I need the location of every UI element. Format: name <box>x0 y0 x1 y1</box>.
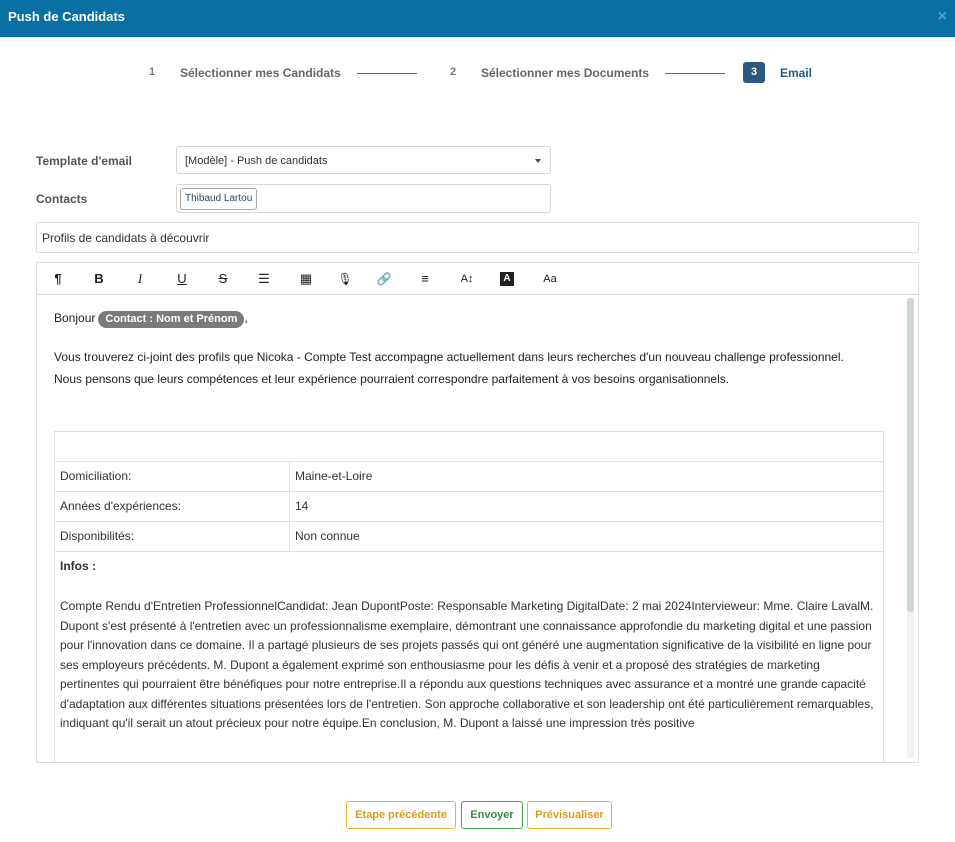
template-value: [Modèle] - Push de candidats <box>185 155 328 167</box>
column-divider <box>289 462 290 551</box>
step-1-number: 1 <box>149 66 156 78</box>
step-2-number: 2 <box>450 66 457 78</box>
step-3-number: 3 <box>743 62 765 83</box>
email-editor: ¶ B I U S ☰ ▦ 🎙 🔗 ≡ A↕ A Aa Bonjour Conta… <box>36 262 919 763</box>
paragraph-icon[interactable]: ¶ <box>48 270 68 288</box>
candidate-profile-table: Domiciliation: Maine-et-Loire Années d'e… <box>54 431 884 762</box>
greeting-punct: , <box>244 311 248 325</box>
stepper: 1 Sélectionner mes Candidats 2 Sélection… <box>0 62 955 84</box>
paragraph-2: Nous pensons que leurs compétences et le… <box>54 372 730 386</box>
font-size-icon[interactable]: A↕ <box>455 270 479 288</box>
align-icon[interactable]: ≡ <box>415 270 435 288</box>
previous-step-button[interactable]: Etape précédente <box>346 801 456 829</box>
greeting-text: Bonjour <box>54 311 96 325</box>
subject-input[interactable]: Profils de candidats à découvrir <box>36 222 919 253</box>
bullet-list-icon[interactable]: ☰ <box>254 270 274 288</box>
font-family-icon[interactable]: Aa <box>539 270 561 288</box>
row-value: Maine-et-Loire <box>295 469 373 483</box>
chevron-down-icon <box>535 159 541 163</box>
contact-name-tag: Contact : Nom et Prénom <box>98 311 245 328</box>
contacts-label: Contacts <box>36 192 88 206</box>
strikethrough-icon[interactable]: S <box>213 270 233 288</box>
contact-chip[interactable]: Thibaud Lartou <box>180 188 258 210</box>
paragraph-1: Vous trouverez ci-joint des profils que … <box>54 350 844 364</box>
infos-title: Infos : <box>60 559 96 573</box>
step-1-label: Sélectionner mes Candidats <box>180 66 341 80</box>
row-value: Non connue <box>295 529 360 543</box>
editor-content[interactable]: Bonjour Contact : Nom et Prénom, Vous tro… <box>37 296 918 762</box>
send-button[interactable]: Envoyer <box>461 801 523 829</box>
underline-icon[interactable]: U <box>172 270 192 288</box>
row-key: Domiciliation: <box>60 469 132 483</box>
infos-text: Compte Rendu d'Entretien ProfessionnelCa… <box>60 599 874 730</box>
preview-button[interactable]: Prévisualiser <box>527 801 612 829</box>
close-icon[interactable]: × <box>938 9 947 25</box>
step-connector <box>357 73 417 74</box>
row-key: Disponibilités: <box>60 529 135 543</box>
bold-icon[interactable]: B <box>89 270 109 288</box>
editor-toolbar: ¶ B I U S ☰ ▦ 🎙 🔗 ≡ A↕ A Aa <box>37 263 918 295</box>
contacts-input[interactable]: Thibaud Lartou <box>176 184 551 213</box>
table-row: Domiciliation: Maine-et-Loire <box>55 462 883 492</box>
italic-icon[interactable]: I <box>130 270 150 288</box>
table-row <box>55 432 883 462</box>
step-2-label: Sélectionner mes Documents <box>481 66 650 80</box>
template-label: Template d'email <box>36 154 132 168</box>
scrollbar-thumb[interactable] <box>907 298 914 612</box>
text-color-icon[interactable]: A <box>500 272 514 286</box>
modal-title: Push de Candidats <box>8 9 126 24</box>
step-3-label: Email <box>780 66 813 80</box>
row-value: 14 <box>295 499 309 513</box>
link-icon[interactable]: 🔗 <box>374 270 394 288</box>
table-row: Disponibilités: Non connue <box>55 522 883 552</box>
greeting-line: Bonjour Contact : Nom et Prénom, <box>54 311 248 328</box>
table-row: Années d'expériences: 14 <box>55 492 883 522</box>
microphone-icon[interactable]: 🎙 <box>335 270 355 288</box>
step-connector <box>665 73 725 74</box>
table-icon[interactable]: ▦ <box>296 270 316 288</box>
modal-header: Push de Candidats × <box>0 0 955 37</box>
template-select[interactable]: [Modèle] - Push de candidats <box>176 146 551 174</box>
row-key: Années d'expériences: <box>60 499 182 513</box>
